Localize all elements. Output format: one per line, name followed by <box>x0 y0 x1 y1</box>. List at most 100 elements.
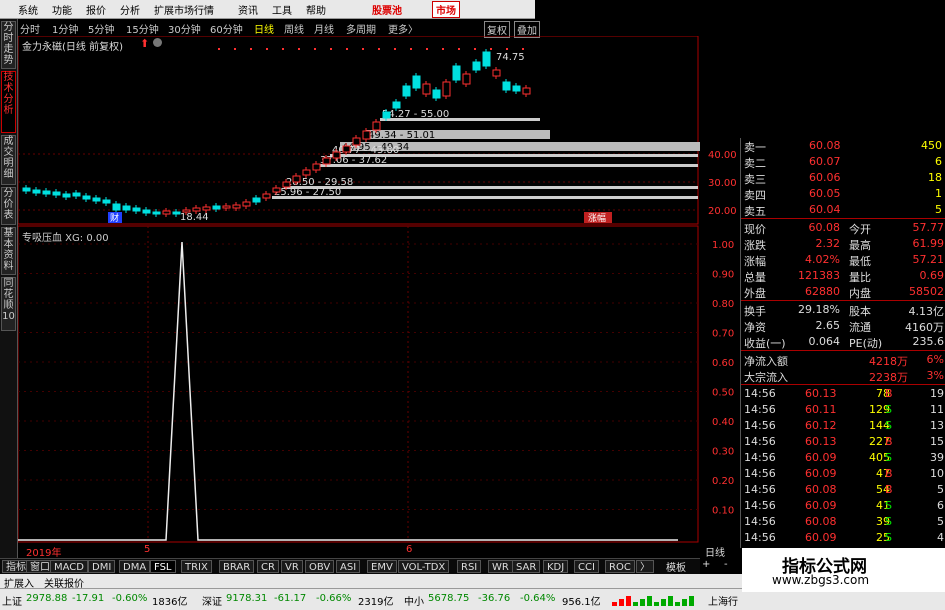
period-weekly[interactable]: 周线 <box>284 21 304 36</box>
settings-icon[interactable] <box>153 38 162 47</box>
order-book-row: 卖二 60.07 6 <box>741 154 945 170</box>
menu-item-function[interactable]: 功能 <box>52 2 72 17</box>
menu-item-analysis[interactable]: 分析 <box>120 2 140 17</box>
candle-body <box>442 81 451 97</box>
tick-side: S <box>885 451 892 464</box>
zoom-in-button[interactable]: + <box>702 559 710 570</box>
indicator-tab[interactable]: KDJ <box>543 560 569 573</box>
watermark-url: www.zbgs3.com <box>772 573 870 587</box>
period-multi[interactable]: 多周期 <box>346 21 376 36</box>
top-dot <box>266 48 268 50</box>
indicator-tab[interactable]: SAR <box>512 560 541 573</box>
fund-label: PE(动) <box>849 337 883 350</box>
indicator-tick: 0.30 <box>712 447 734 458</box>
order-book-row: 卖四 60.05 1 <box>741 186 945 202</box>
indicator-tab[interactable]: VR <box>281 560 303 573</box>
tab-basic-info[interactable]: 基本资料 <box>1 227 16 275</box>
candle-body <box>52 191 61 196</box>
indicator-tab[interactable]: MACD <box>50 560 88 573</box>
sh-amount: 1836亿 <box>152 597 188 608</box>
cai-label: 财 <box>110 212 119 224</box>
tick-side: B <box>885 387 893 400</box>
top-dot <box>250 48 252 50</box>
indicator-title: 专吸压血 XG: 0.00 <box>22 233 109 244</box>
market-button[interactable]: 市场 <box>432 1 460 18</box>
quote-label: 外盘 <box>744 287 766 300</box>
top-dot <box>298 48 300 50</box>
indicator-tab[interactable]: 〉 <box>636 560 654 573</box>
top-dot <box>234 48 236 50</box>
breadth-bar <box>612 602 617 606</box>
indicator-tab[interactable]: OBV <box>305 560 335 573</box>
flow-pct: 3% <box>926 369 944 382</box>
period-1min[interactable]: 1分钟 <box>52 21 78 36</box>
indicator-tab[interactable]: ROC <box>605 560 635 573</box>
candle-body <box>302 169 311 176</box>
candle-body <box>392 101 401 109</box>
high-label: 74.75 <box>496 52 525 63</box>
fund-value: 2.65 <box>815 319 841 332</box>
menu-item-ext-market[interactable]: 扩展市场行情 <box>154 2 214 17</box>
order-price: 60.06 <box>809 171 841 184</box>
tab-technical[interactable]: 技术分析 <box>1 71 16 133</box>
quote-label: 总量 <box>744 271 766 284</box>
order-price: 60.08 <box>809 139 841 152</box>
indicator-tab[interactable]: DMA <box>119 560 151 573</box>
left-tabs: 分时走势 技术分析 成交明细 分价表 基本资料 同花顺10 <box>0 19 18 579</box>
top-dot <box>362 48 364 50</box>
top-dot <box>474 48 476 50</box>
indicator-tab[interactable]: WR <box>488 560 513 573</box>
indicator-tab[interactable]: DMI <box>88 560 116 573</box>
period-30min[interactable]: 30分钟 <box>168 21 201 36</box>
candle-body <box>482 51 491 67</box>
menu-item-quote[interactable]: 报价 <box>86 2 106 17</box>
indicator-tab[interactable]: ASI <box>336 560 361 573</box>
indicator-tab[interactable]: EMV <box>367 560 397 573</box>
template-button[interactable]: 模板 <box>666 559 686 574</box>
quote-label: 今开 <box>849 223 871 236</box>
period-5min[interactable]: 5分钟 <box>88 21 114 36</box>
period-monthly[interactable]: 月线 <box>314 21 334 36</box>
order-price: 60.07 <box>809 155 841 168</box>
tick-count: 4 <box>937 531 944 544</box>
quote-value: 57.77 <box>912 221 945 234</box>
candle-body <box>132 207 141 212</box>
candle-body <box>502 81 511 91</box>
indicator-tab[interactable]: TRIX <box>181 560 212 573</box>
indicator-tab[interactable]: CR <box>257 560 279 573</box>
period-daily[interactable]: 日线 <box>254 21 274 36</box>
period-bar: 分时 1分钟 5分钟 15分钟 30分钟 60分钟 日线 周线 月线 多周期 更… <box>18 19 540 38</box>
menu-item-help[interactable]: 帮助 <box>306 2 326 17</box>
indicator-tab[interactable]: BRAR <box>219 560 255 573</box>
stock-pool-button[interactable]: 股票池 <box>372 2 402 17</box>
fund-label: 股本 <box>849 305 871 318</box>
flow-label: 净流入额 <box>744 355 788 368</box>
period-intraday[interactable]: 分时 <box>20 21 40 36</box>
candle-body <box>432 89 441 99</box>
indicator-tab[interactable]: VOL-TDX <box>398 560 450 573</box>
menu-item-tools[interactable]: 工具 <box>272 2 292 17</box>
indicator-tab[interactable]: RSI <box>457 560 482 573</box>
tab-f10[interactable]: 同花顺10 <box>1 277 16 331</box>
indicator-tick: 0.60 <box>712 358 734 369</box>
period-more[interactable]: 更多〉 <box>388 21 418 36</box>
zoom-out-button[interactable]: - <box>724 559 728 570</box>
candle-body <box>452 65 461 81</box>
period-60min[interactable]: 60分钟 <box>210 21 243 36</box>
low-label: 18.44 <box>180 212 209 223</box>
top-dot <box>314 48 316 50</box>
period-15min[interactable]: 15分钟 <box>126 21 159 36</box>
date-axis: 2019年 5 6 <box>18 544 698 559</box>
breadth-bar <box>689 596 694 606</box>
menu-item-news[interactable]: 资讯 <box>238 2 258 17</box>
indicator-tab[interactable]: CCI <box>574 560 599 573</box>
menu-item-system[interactable]: 系统 <box>18 2 38 17</box>
indicator-tab[interactable]: FSL <box>150 560 176 573</box>
tab-intraday[interactable]: 分时走势 <box>1 21 16 69</box>
quote-value: 61.99 <box>912 237 945 250</box>
tab-trades[interactable]: 成交明细 <box>1 135 16 185</box>
tick-time: 14:56 <box>744 451 776 464</box>
tab-price-table[interactable]: 分价表 <box>1 187 16 225</box>
candle-body <box>222 205 231 209</box>
tick-time: 14:56 <box>744 387 776 400</box>
